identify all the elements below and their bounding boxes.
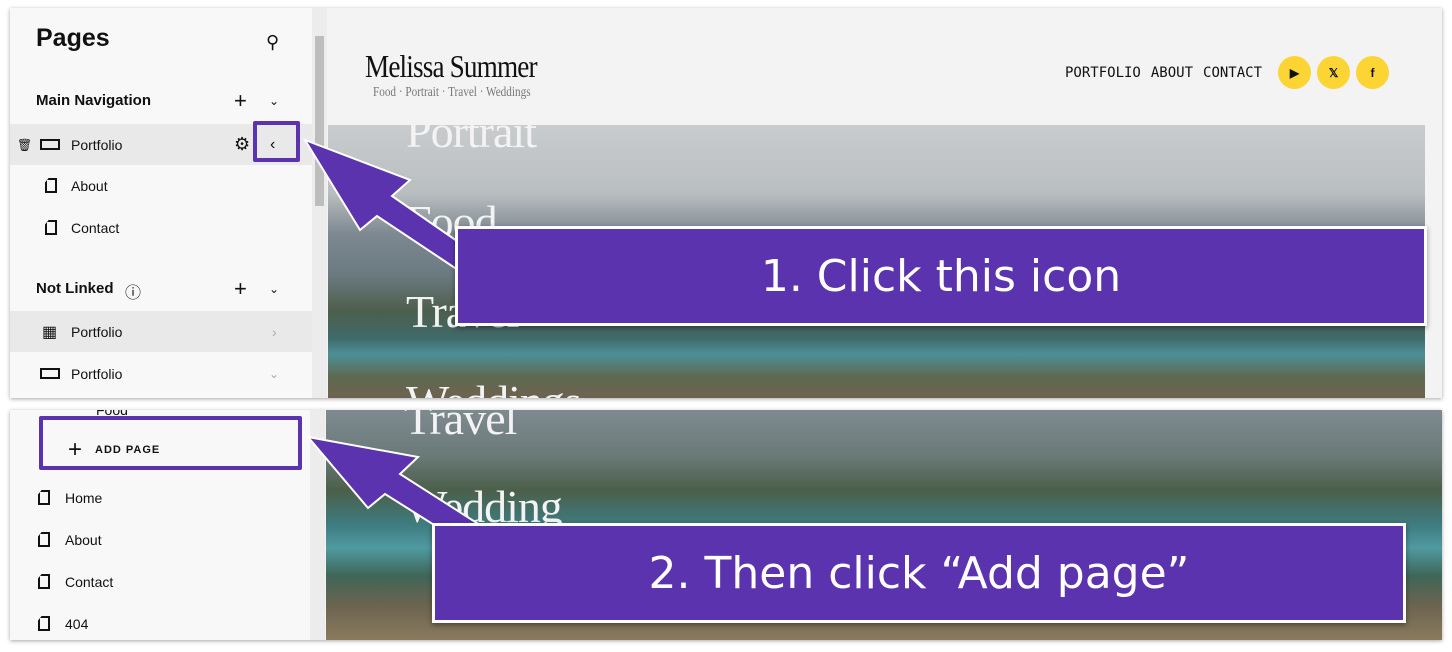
callout-text: 2. Then click “Add page” (648, 547, 1190, 599)
callout-step-2: 2. Then click “Add page” (432, 523, 1406, 623)
callout-step-1: 1. Click this icon (455, 226, 1427, 326)
callout-text: 1. Click this icon (760, 250, 1122, 302)
arrow-1 (302, 138, 472, 270)
